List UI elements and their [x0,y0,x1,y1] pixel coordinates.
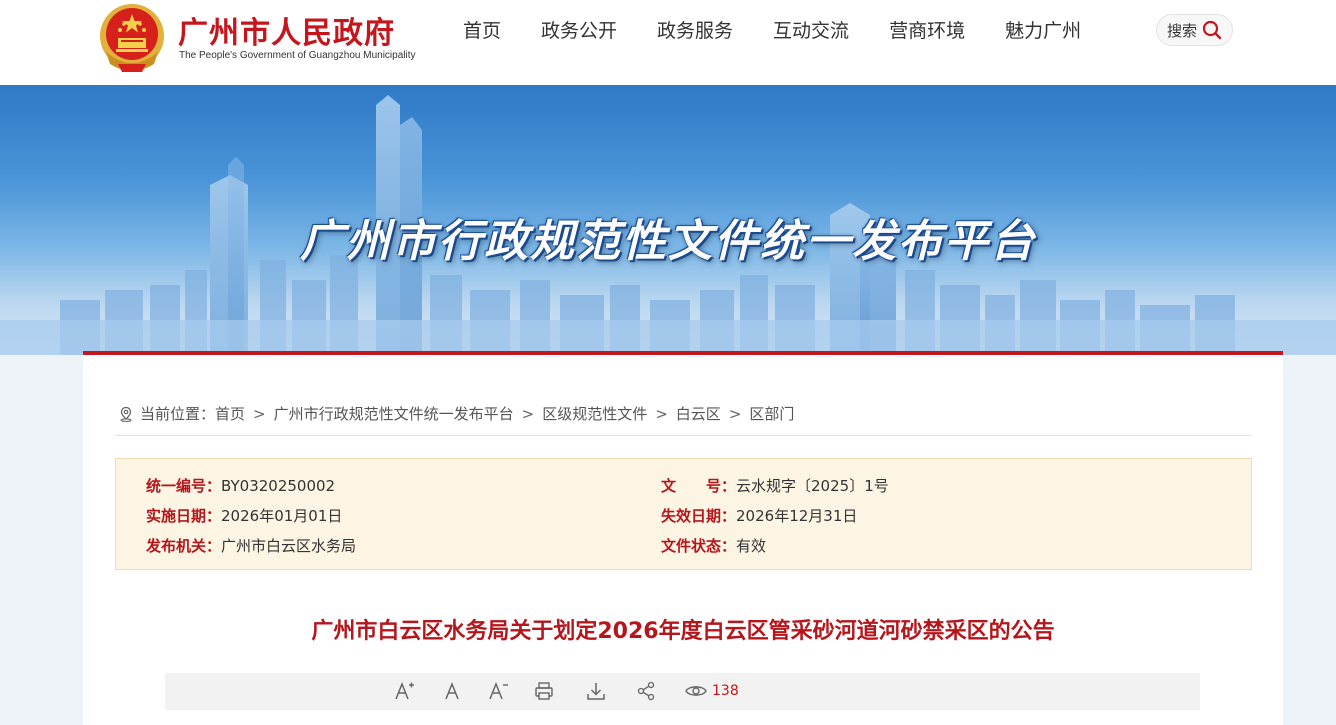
breadcrumb-district-docs[interactable]: 区级规范性文件 [542,403,647,424]
breadcrumb-divider [115,435,1252,436]
eye-icon [685,686,707,696]
meta-status-label: 文件状态： [661,537,737,555]
breadcrumb-district-departments[interactable]: 区部门 [749,403,794,424]
breadcrumb-home[interactable]: 首页 [215,403,245,424]
document-metadata-panel: 统一编号：BY0320250002 文 号：云水规字〔2025〕1号 实施日期：… [115,458,1252,570]
search-label: 搜索 [1167,21,1198,40]
nav-item-charm-guangzhou[interactable]: 魅力广州 [985,18,1101,44]
document-title: 广州市白云区水务局关于划定2026年度白云区管采砂河道河砂禁采区的公告 [311,619,1055,644]
meta-doc-number: 文 号：云水规字〔2025〕1号 [661,475,889,496]
breadcrumb-separator: > [728,404,742,423]
view-count: 138 [712,683,739,699]
search-button[interactable]: 搜索 [1156,14,1233,46]
main-nav: 首页 政务公开 政务服务 互动交流 营商环境 魅力广州 [443,18,1101,44]
location-pin-icon [120,406,132,422]
site-header: 广州市人民政府 The People's Government of Guang… [0,0,1336,85]
breadcrumb-separator: > [655,404,668,423]
meta-end-date-value: 2026年12月31日 [736,507,858,525]
meta-status-value: 有效 [736,537,767,555]
meta-doc-number-value: 云水规字〔2025〕1号 [736,477,889,495]
download-icon[interactable] [585,680,607,702]
meta-start-date-label: 实施日期： [146,507,222,525]
content-card: 当前位置： 首页 > 广州市行政规范性文件统一发布平台 > 区级规范性文件 > … [83,351,1283,725]
nav-item-home[interactable]: 首页 [443,18,521,44]
national-emblem-logo[interactable] [98,2,166,74]
nav-item-gov-affairs-open[interactable]: 政务公开 [521,18,637,44]
article-toolbar: 138 [165,673,1200,710]
site-name[interactable]: 广州市人民政府 [178,8,395,52]
meta-issuer: 发布机关：广州市白云区水务局 [146,535,356,556]
font-reset-icon[interactable] [441,680,463,702]
meta-start-date: 实施日期：2026年01月01日 [146,505,342,526]
nav-item-gov-services[interactable]: 政务服务 [637,18,753,44]
meta-doc-number-label: 文 号： [661,477,737,495]
meta-id: 统一编号：BY0320250002 [146,475,335,496]
meta-status: 文件状态：有效 [661,535,766,556]
meta-end-date: 失效日期：2026年12月31日 [661,505,857,526]
meta-start-date-value: 2026年01月01日 [221,507,343,525]
nav-item-interaction[interactable]: 互动交流 [753,18,869,44]
site-name-english: The People's Government of Guangzhou Mun… [179,50,416,61]
breadcrumb-prefix: 当前位置： [140,405,216,423]
share-icon[interactable] [635,680,657,702]
meta-id-value: BY0320250002 [221,477,336,495]
breadcrumb-platform[interactable]: 广州市行政规范性文件统一发布平台 [274,403,514,424]
breadcrumb-baiyun[interactable]: 白云区 [676,403,721,424]
hero-banner: 广州市行政规范性文件统一发布平台 [0,85,1336,355]
print-icon[interactable] [533,680,555,702]
breadcrumb-separator: > [521,404,535,423]
font-decrease-icon[interactable] [487,680,509,702]
nav-item-business-environment[interactable]: 营商环境 [869,18,985,44]
meta-issuer-value: 广州市白云区水务局 [221,537,357,555]
meta-issuer-label: 发布机关： [146,537,222,555]
view-counter: 138 [684,680,739,702]
breadcrumb-separator: > [253,404,266,423]
meta-end-date-label: 失效日期： [661,507,737,525]
search-icon [1202,20,1222,40]
breadcrumb: 当前位置： 首页 > 广州市行政规范性文件统一发布平台 > 区级规范性文件 > … [118,403,794,424]
font-increase-icon[interactable] [393,680,415,702]
banner-title: 广州市行政规范性文件统一发布平台 [300,216,1036,267]
meta-id-label: 统一编号： [146,477,222,495]
